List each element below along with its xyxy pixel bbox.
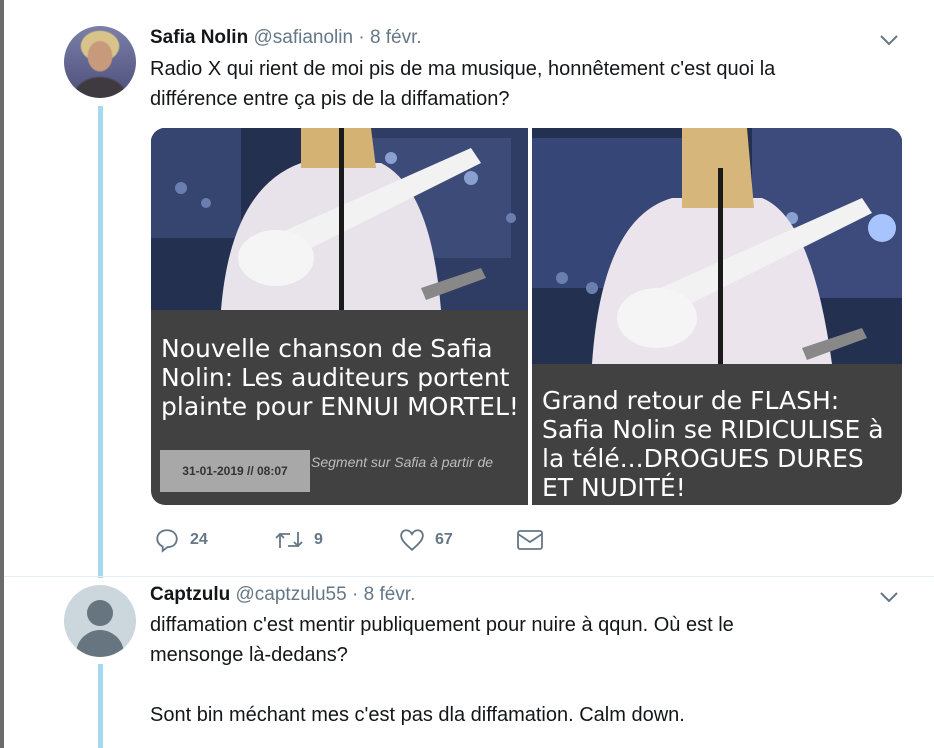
reply-count: 24 bbox=[190, 531, 208, 548]
tweet-date[interactable]: 8 févr. bbox=[370, 27, 422, 48]
tweet-text-line: mensonge là-dedans? bbox=[150, 644, 348, 666]
default-avatar-head bbox=[87, 600, 113, 626]
tweet-text-line: différence entre ça pis de la diffamatio… bbox=[150, 88, 510, 110]
user-handle[interactable]: @captzulu55 bbox=[236, 584, 347, 605]
tweet-text: diffamation c'est mentir publiquement po… bbox=[150, 610, 734, 730]
tweet-header: Safia Nolin @safianolin · 8 févr. bbox=[150, 27, 422, 49]
media-image-left[interactable]: Nouvelle chanson de Safia Nolin: Les aud… bbox=[151, 128, 528, 505]
chevron-down-icon[interactable] bbox=[877, 30, 901, 50]
media-image-right[interactable]: Grand retour de FLASH: Safia Nolin se RI… bbox=[532, 128, 902, 505]
avatar-safia-nolin[interactable] bbox=[64, 26, 136, 98]
tweet-text: Radio X qui rient de moi pis de ma musiq… bbox=[150, 54, 775, 114]
retweet-button[interactable]: 9 bbox=[274, 524, 323, 556]
direct-message-button[interactable] bbox=[516, 524, 544, 556]
media-grid: Nouvelle chanson de Safia Nolin: Les aud… bbox=[151, 128, 902, 505]
default-avatar-body bbox=[76, 630, 124, 657]
thread-line-bottom bbox=[98, 664, 103, 748]
user-handle[interactable]: @safianolin bbox=[253, 27, 353, 48]
tweet-text-spacer bbox=[150, 670, 734, 700]
tweet-text-line: diffamation c'est mentir publiquement po… bbox=[150, 614, 734, 636]
retweet-count: 9 bbox=[314, 531, 323, 548]
like-button[interactable]: 67 bbox=[399, 524, 453, 556]
avatar-captzulu[interactable] bbox=[64, 585, 136, 657]
separator: · bbox=[358, 27, 365, 48]
media-date-box: 31-01-2019 // 08:07 bbox=[160, 450, 310, 492]
tweet-header: Captzulu @captzulu55 · 8 févr. bbox=[150, 584, 415, 606]
tweet-text-line: Radio X qui rient de moi pis de ma musiq… bbox=[150, 58, 776, 80]
reply-icon bbox=[156, 529, 178, 553]
timeline-card: Safia Nolin @safianolin · 8 févr. Radio … bbox=[4, 0, 934, 748]
concert-photo bbox=[532, 128, 902, 364]
display-name[interactable]: Safia Nolin bbox=[150, 27, 248, 48]
tweet-text-line: Sont bin méchant mes c'est pas dla diffa… bbox=[150, 704, 685, 726]
heart-icon bbox=[400, 529, 424, 551]
concert-photo bbox=[151, 128, 528, 310]
like-count: 67 bbox=[435, 531, 453, 548]
separator: · bbox=[351, 584, 359, 605]
chevron-down-icon[interactable] bbox=[877, 587, 901, 607]
media-segment-text: Segment sur Safia à partir de bbox=[311, 454, 494, 470]
tweet-date[interactable]: 8 févr. bbox=[364, 584, 416, 605]
retweet-icon bbox=[275, 532, 303, 548]
thread-line-top bbox=[98, 106, 103, 578]
envelope-icon bbox=[517, 530, 543, 550]
display-name[interactable]: Captzulu bbox=[150, 584, 230, 605]
media-headline: Grand retour de FLASH: Safia Nolin se RI… bbox=[542, 386, 884, 502]
tweet-divider bbox=[4, 576, 934, 577]
media-headline: Nouvelle chanson de Safia Nolin: Les aud… bbox=[161, 334, 519, 421]
reply-button[interactable]: 24 bbox=[154, 524, 208, 556]
